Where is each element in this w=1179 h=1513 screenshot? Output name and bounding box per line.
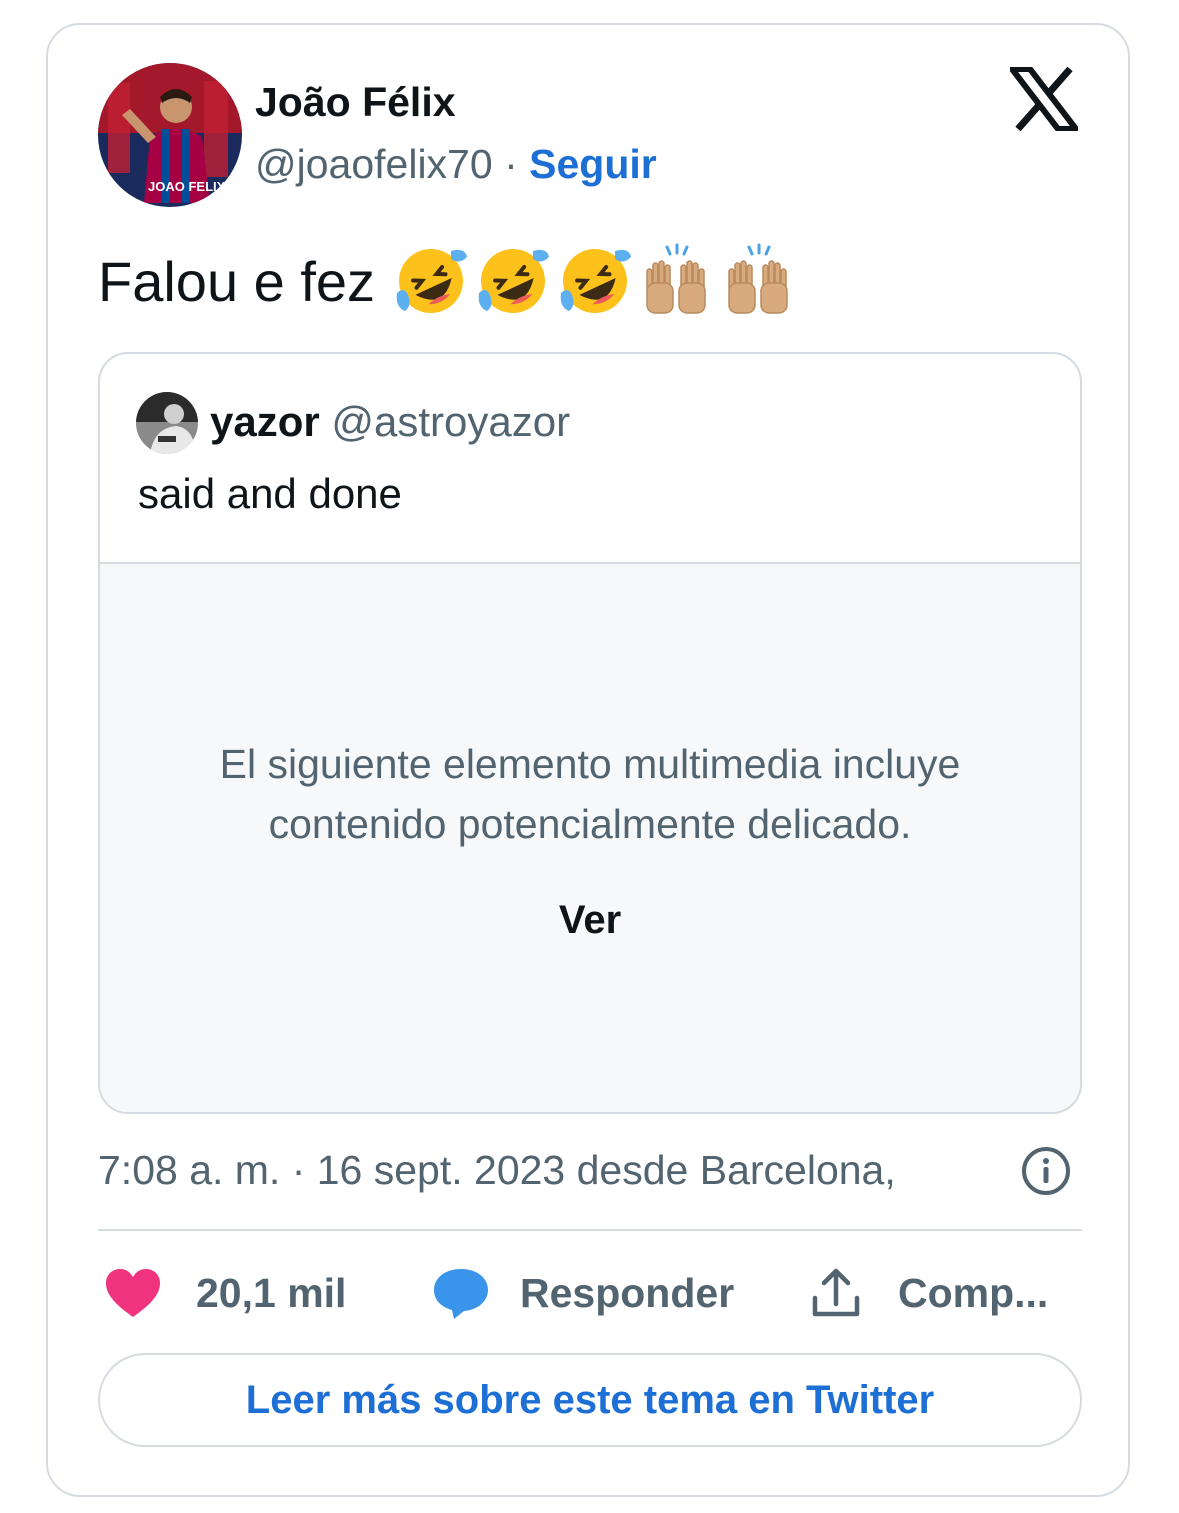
rolling-laughing-emoji-icon [560, 249, 632, 313]
tweet-text: Falou e fez [98, 243, 797, 319]
share-button[interactable]: Comp... [810, 1261, 1048, 1325]
svg-text:JOAO FELIX: JOAO FELIX [148, 179, 226, 194]
reply-label: Responder [520, 1269, 735, 1316]
quoted-author-handle: @astroyazor [331, 398, 571, 445]
sensitive-media-placeholder: El siguiente elemento multimedia incluye… [100, 562, 1080, 1112]
quoted-author-avatar [136, 392, 198, 454]
share-label: Comp... [898, 1269, 1049, 1316]
rolling-laughing-emoji-icon [478, 249, 550, 313]
reply-bubble-icon [434, 1269, 488, 1319]
read-more-button[interactable]: Leer más sobre este tema en Twitter [98, 1353, 1082, 1447]
view-media-button[interactable]: Ver [100, 898, 1080, 943]
quoted-tweet[interactable]: yazor @astroyazor said and done El sigui… [98, 352, 1082, 1114]
warning-line-2: contenido potencialmente delicado. [268, 801, 912, 847]
author-handle-line: @joaofelix70 · Seguir [255, 141, 657, 188]
follow-button[interactable]: Seguir [529, 141, 657, 187]
author-name[interactable]: João Félix [255, 79, 456, 126]
tweet-actions: 20,1 mil Responder Comp... [98, 1261, 1082, 1325]
share-icon [812, 1268, 860, 1317]
heart-icon [106, 1269, 160, 1317]
info-icon[interactable] [1018, 1143, 1074, 1199]
sensitive-media-warning: El siguiente elemento multimedia incluye… [100, 734, 1080, 854]
warning-line-1: El siguiente elemento multimedia incluye [219, 741, 961, 787]
author-handle[interactable]: @joaofelix70 [255, 141, 493, 187]
like-count: 20,1 mil [196, 1269, 347, 1316]
raising-hands-emoji-icon [728, 243, 788, 314]
quoted-header: yazor @astroyazor [210, 398, 570, 446]
separator-dot: · [504, 141, 518, 187]
tweet-timestamp[interactable]: 7:08 a. m. · 16 sept. 2023 desde Barcelo… [98, 1147, 896, 1194]
quoted-author-name: yazor [210, 398, 320, 445]
divider [98, 1229, 1082, 1231]
x-logo-icon[interactable] [1010, 67, 1078, 131]
rolling-laughing-emoji-icon [396, 249, 468, 313]
tweet-emojis [393, 243, 797, 319]
author-avatar[interactable]: JOAO FELIX [98, 63, 242, 207]
raising-hands-emoji-icon [646, 243, 706, 314]
like-button[interactable]: 20,1 mil [104, 1261, 346, 1325]
reply-button[interactable]: Responder [432, 1261, 734, 1325]
embedded-tweet-card: JOAO FELIX João Félix @joaofelix70 · Seg… [46, 23, 1130, 1497]
quoted-tweet-text: said and done [138, 470, 402, 517]
tweet-text-content: Falou e fez [98, 249, 376, 313]
